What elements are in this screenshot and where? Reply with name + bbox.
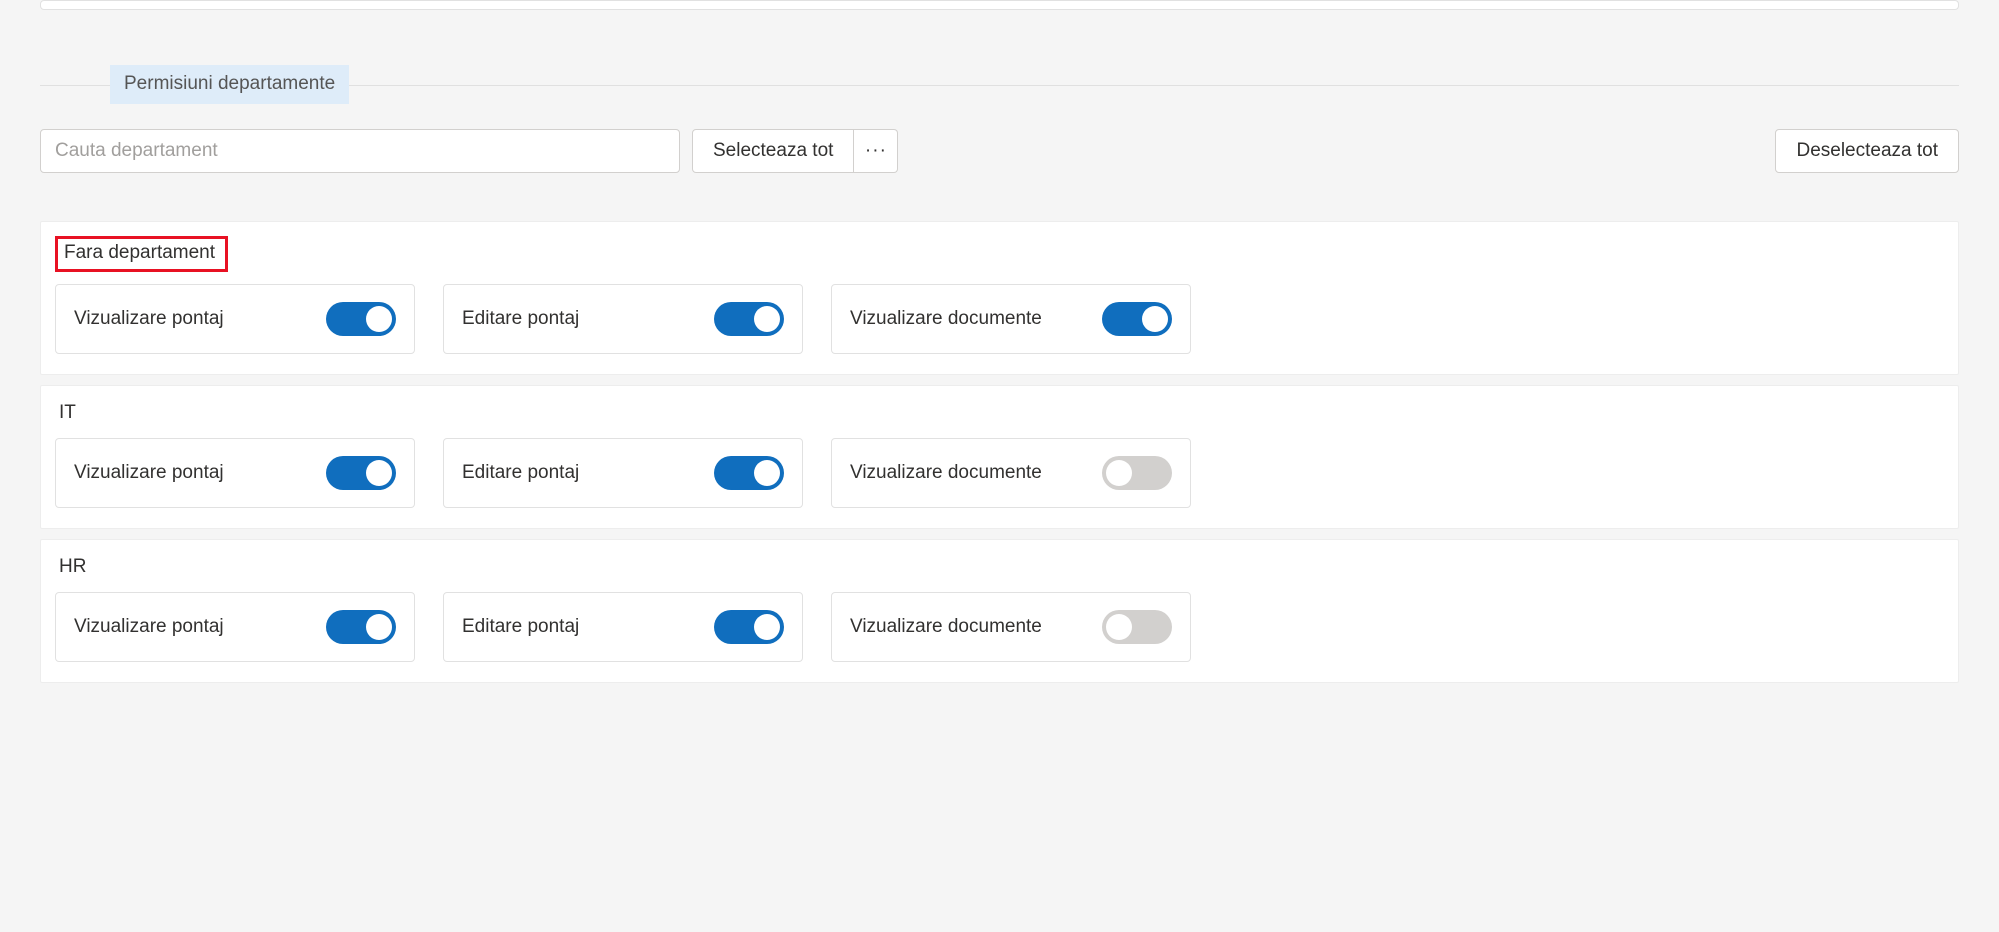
toggle-knob [366,306,392,332]
permission-edit-pontaj-toggle[interactable] [714,610,784,644]
permission-label: Vizualizare pontaj [74,308,224,330]
permission-view-documents: Vizualizare documente [831,592,1191,662]
permission-label: Vizualizare pontaj [74,616,224,638]
permission-view-documents: Vizualizare documente [831,438,1191,508]
select-all-button[interactable]: Selecteaza tot [692,129,854,173]
toggle-knob [1106,614,1132,640]
permission-view-pontaj: Vizualizare pontaj [55,284,415,354]
permission-edit-pontaj-toggle[interactable] [714,456,784,490]
deselect-all-button[interactable]: Deselecteaza tot [1775,129,1959,173]
permission-row: Vizualizare pontaj Editare pontaj Vizualiz… [55,284,1944,354]
permission-row: Vizualizare pontaj Editare pontaj Vizualiz… [55,592,1944,662]
permission-view-documents-toggle[interactable] [1102,302,1172,336]
toggle-knob [754,306,780,332]
permission-edit-pontaj: Editare pontaj [443,438,803,508]
toggle-knob [1106,460,1132,486]
permission-view-pontaj: Vizualizare pontaj [55,592,415,662]
permission-label: Vizualizare documente [850,616,1042,638]
permission-view-documents-toggle[interactable] [1102,456,1172,490]
permission-edit-pontaj: Editare pontaj [443,284,803,354]
permission-edit-pontaj-toggle[interactable] [714,302,784,336]
section-header: Permisiuni departamente [40,65,1959,105]
top-card-fragment [40,0,1959,10]
toggle-knob [754,614,780,640]
toggle-knob [366,460,392,486]
permission-edit-pontaj: Editare pontaj [443,592,803,662]
toggle-knob [366,614,392,640]
permission-view-documents-toggle[interactable] [1102,610,1172,644]
toggle-knob [1142,306,1168,332]
department-title: HR [55,554,90,580]
search-department-input[interactable] [40,129,680,173]
permission-view-pontaj-toggle[interactable] [326,302,396,336]
department-title: IT [55,400,80,426]
permission-view-documents: Vizualizare documente [831,284,1191,354]
department-card: Fara departament Vizualizare pontaj Editar… [40,221,1959,375]
department-card: HRVizualizare pontajEditare pontajVizual… [40,539,1959,683]
section-title: Permisiuni departamente [110,65,349,104]
permission-label: Vizualizare pontaj [74,462,224,484]
permission-label: Vizualizare documente [850,308,1042,330]
department-title: Fara departament [55,236,228,272]
permission-view-pontaj: Vizualizare pontaj [55,438,415,508]
department-card: ITVizualizare pontajEditare pontajVizual… [40,385,1959,529]
toggle-knob [754,460,780,486]
permission-label: Editare pontaj [462,462,579,484]
permission-view-pontaj-toggle[interactable] [326,610,396,644]
select-all-group: Selecteaza tot ··· [692,129,898,173]
toolbar: Selecteaza tot ··· Deselecteaza tot [40,129,1959,173]
permission-view-pontaj-toggle[interactable] [326,456,396,490]
permission-label: Vizualizare documente [850,462,1042,484]
permission-label: Editare pontaj [462,308,579,330]
permission-row: Vizualizare pontaj Editare pontaj Vizualiz… [55,438,1944,508]
permission-label: Editare pontaj [462,616,579,638]
select-all-more-button[interactable]: ··· [854,129,898,173]
